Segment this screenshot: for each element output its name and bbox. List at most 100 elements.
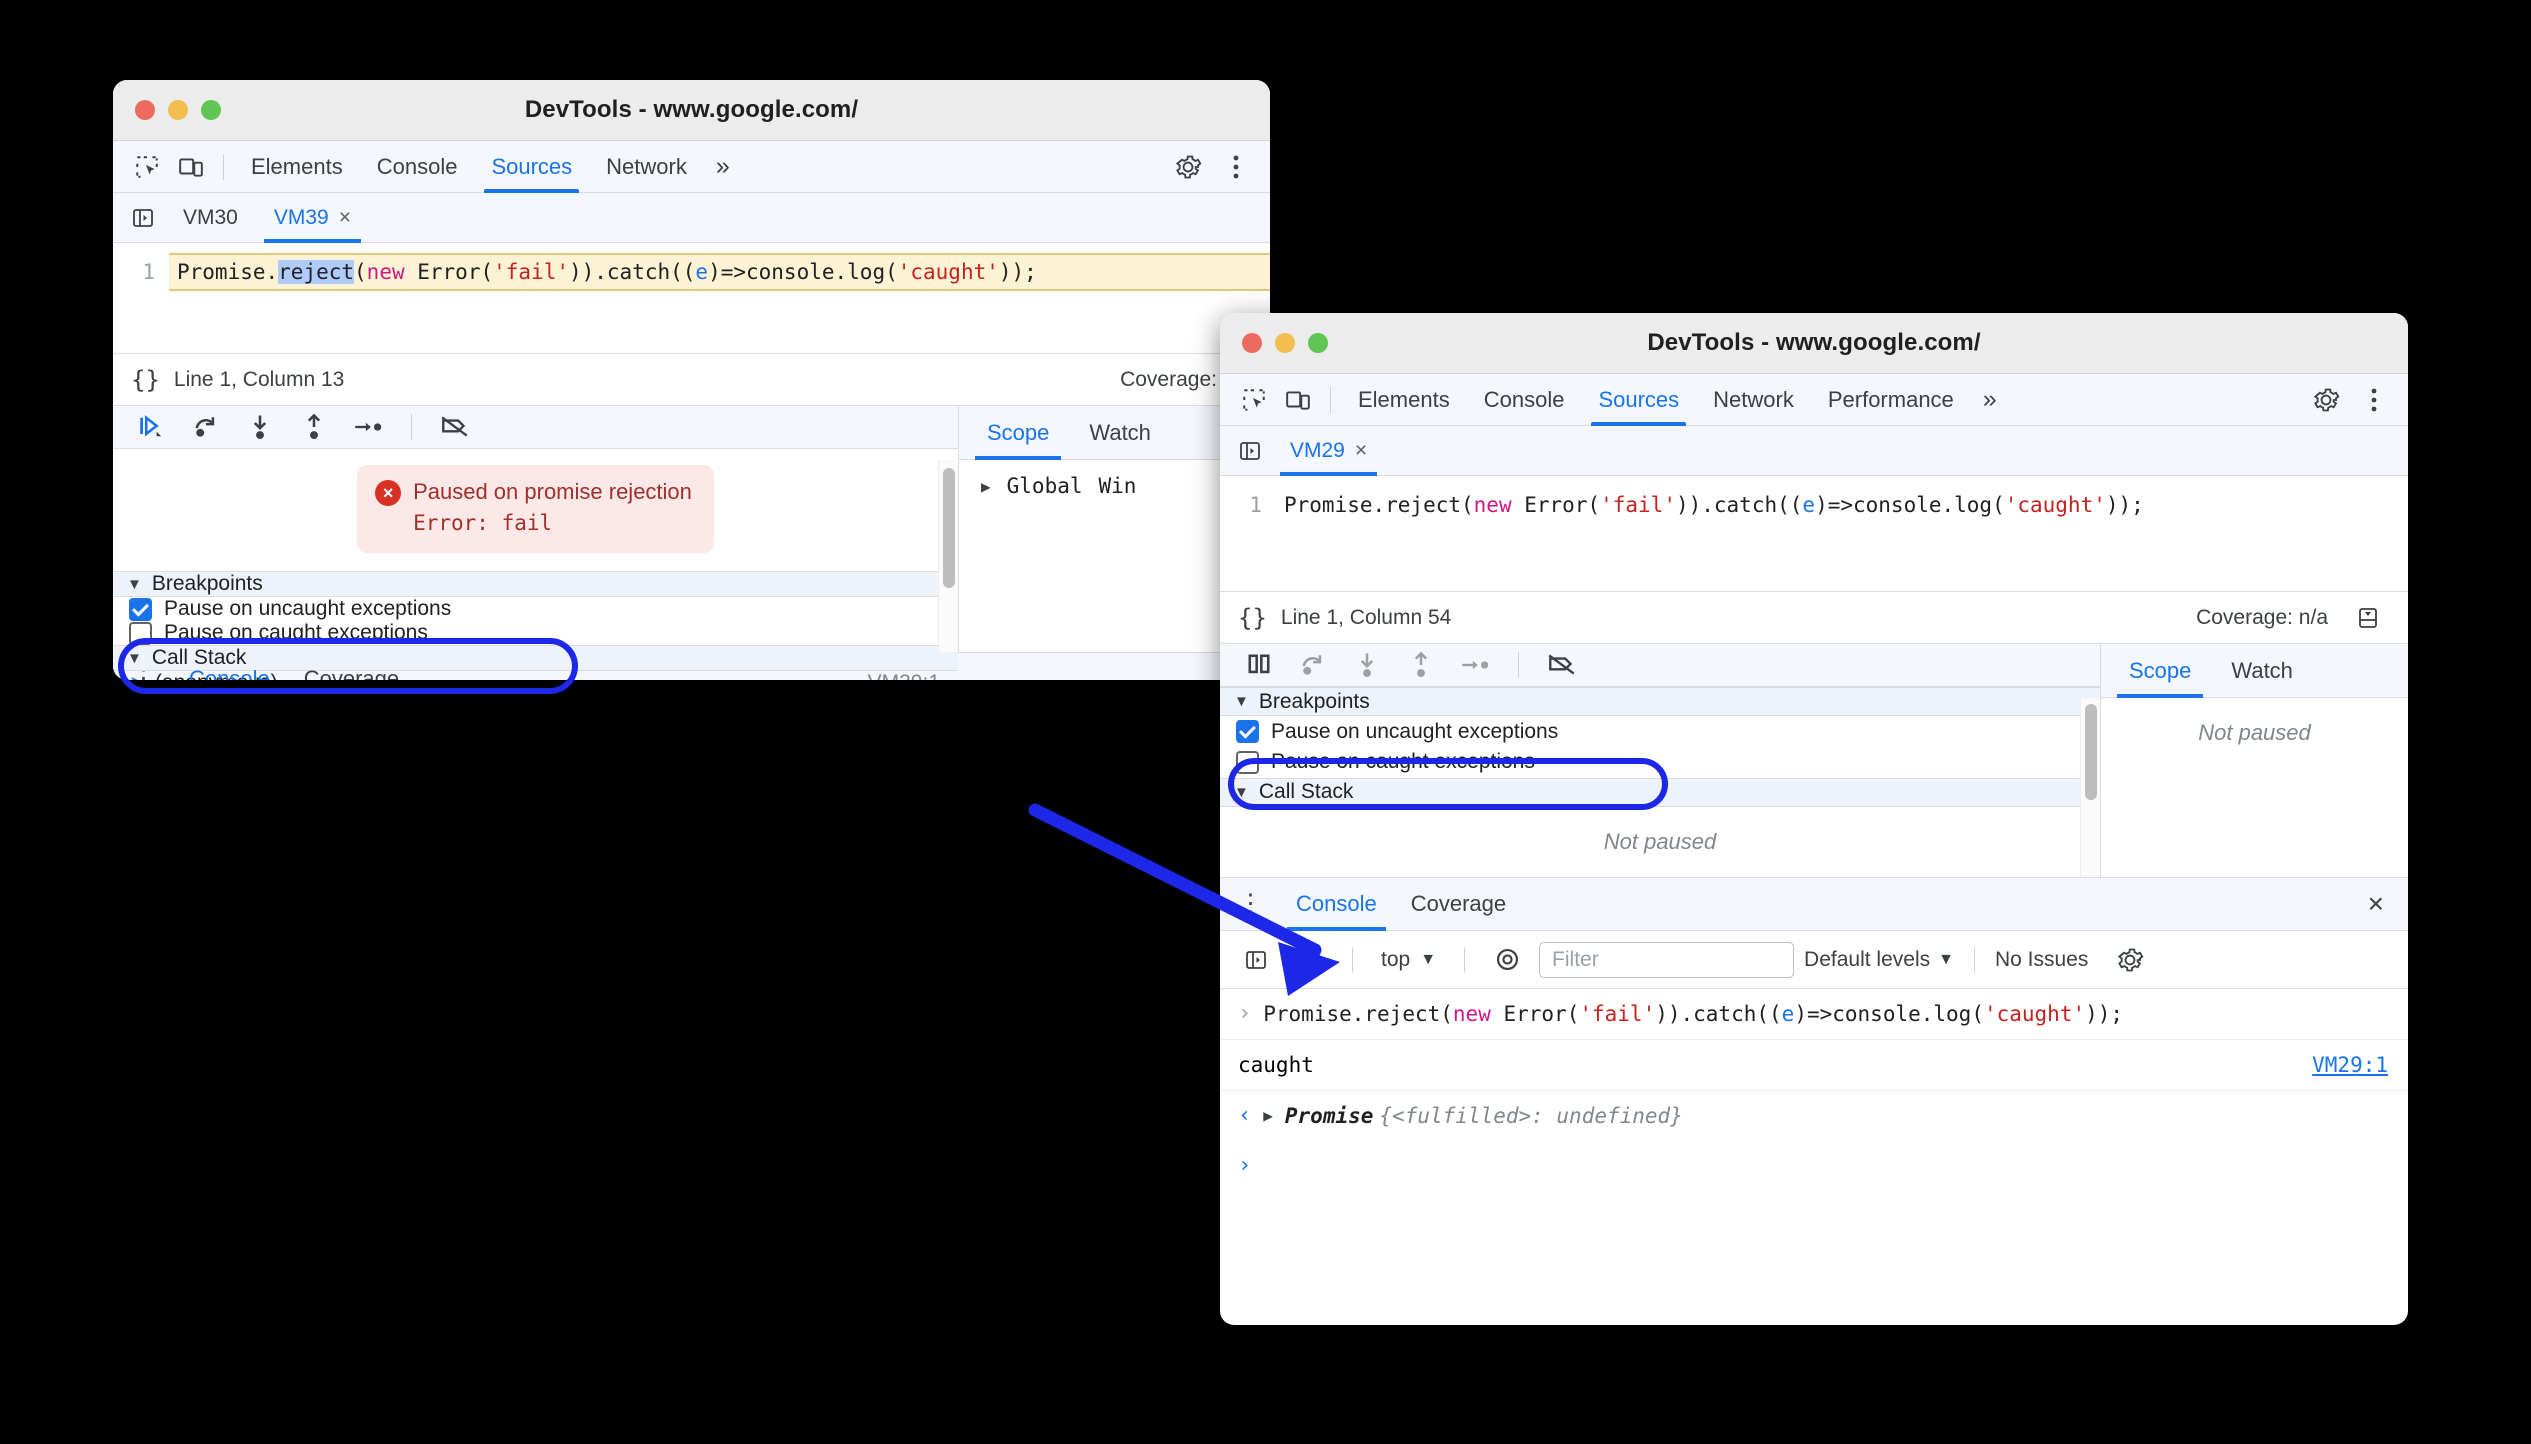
more-tabs-icon[interactable]: »: [1971, 385, 2009, 414]
console-log-row[interactable]: caught VM29:1: [1220, 1040, 2408, 1091]
drawer-tab-coverage[interactable]: Coverage: [1394, 877, 1523, 931]
pretty-print-icon[interactable]: {}: [131, 366, 160, 394]
debugger-scrollbar[interactable]: [2080, 698, 2100, 877]
window-1-titlebar[interactable]: DevTools - www.google.com/: [113, 80, 1270, 141]
drawer-tab-coverage[interactable]: Coverage: [287, 652, 416, 680]
console-settings-gear-icon[interactable]: [2108, 940, 2152, 980]
file-tab-vm39[interactable]: VM39 ×: [256, 193, 369, 243]
tab-console[interactable]: Console: [360, 141, 475, 193]
window-2-devtools-tabbar[interactable]: Elements Console Sources Network Perform…: [1220, 374, 2408, 426]
window-1-toolbar-right[interactable]: [1166, 147, 1258, 187]
pause-caught-checkbox[interactable]: [1236, 750, 1259, 774]
debugger-scrollbar[interactable]: [938, 460, 958, 652]
window-1-editor-statusbar[interactable]: {} Line 1, Column 13 Coverage: n/a: [113, 353, 1270, 406]
code-content[interactable]: Promise.reject(new Error('fail')).catch(…: [1276, 488, 2408, 522]
chevron-down-icon[interactable]: ▼: [1420, 951, 1436, 969]
tab-elements[interactable]: Elements: [234, 141, 360, 193]
minimize-window-button[interactable]: [168, 100, 188, 120]
file-tab-vm29[interactable]: VM29 ×: [1272, 426, 1385, 476]
console-context-selector[interactable]: top ▼: [1373, 948, 1444, 972]
console-input-row[interactable]: › Promise.reject(new Error('fail')).catc…: [1220, 989, 2408, 1040]
window-1-file-tabbar[interactable]: VM30 VM39 ×: [113, 193, 1270, 243]
window-2-code-editor[interactable]: 1 Promise.reject(new Error('fail')).catc…: [1220, 476, 2408, 591]
collapse-caret-icon[interactable]: ▼: [1234, 784, 1249, 801]
window-2-console-toolbar[interactable]: top ▼ Filter Default levels ▼ No Issues: [1220, 931, 2408, 989]
settings-gear-icon[interactable]: [2304, 380, 2348, 420]
deactivate-breakpoints-icon[interactable]: [1541, 644, 1583, 686]
step-into-icon[interactable]: [1346, 644, 1388, 686]
breakpoint-pause-caught[interactable]: Pause on caught exceptions: [1220, 747, 2100, 778]
navigator-panel-toggle-icon[interactable]: [121, 198, 165, 238]
close-drawer-icon[interactable]: ×: [2368, 888, 2408, 920]
devtools-window-2[interactable]: DevTools - www.google.com/ Elements Cons…: [1220, 313, 2408, 1325]
collapse-caret-icon[interactable]: ▼: [127, 650, 142, 667]
tab-watch[interactable]: Watch: [2211, 644, 2313, 698]
breakpoint-pause-uncaught[interactable]: Pause on uncaught exceptions: [1220, 716, 2100, 747]
console-sidebar-toggle-icon[interactable]: [1234, 940, 1278, 980]
breakpoint-pause-uncaught[interactable]: Pause on uncaught exceptions: [113, 597, 958, 621]
settings-gear-icon[interactable]: [1166, 147, 1210, 187]
code-line-1[interactable]: 1 Promise.reject(new Error('fail')).catc…: [113, 243, 1270, 291]
tab-console[interactable]: Console: [1467, 374, 1582, 426]
main-menu-kebab-icon[interactable]: [2352, 380, 2396, 420]
tab-scope[interactable]: Scope: [2109, 644, 2211, 698]
window-1-code-editor[interactable]: 1 Promise.reject(new Error('fail')).catc…: [113, 243, 1270, 353]
pause-uncaught-checkbox[interactable]: [129, 597, 152, 621]
step-icon[interactable]: [1454, 644, 1496, 686]
window-2-editor-statusbar[interactable]: {} Line 1, Column 54 Coverage: n/a: [1220, 591, 2408, 644]
chevron-down-icon[interactable]: ▼: [1938, 951, 1954, 969]
step-icon[interactable]: [347, 406, 389, 448]
step-out-icon[interactable]: [1400, 644, 1442, 686]
expand-triangle-icon[interactable]: ▶: [981, 477, 991, 496]
window-2-console-output[interactable]: › Promise.reject(new Error('fail')).catc…: [1220, 989, 2408, 1199]
main-menu-kebab-icon[interactable]: [1214, 147, 1258, 187]
maximize-window-button[interactable]: [201, 100, 221, 120]
close-file-tab-icon[interactable]: ×: [1355, 439, 1367, 463]
code-content[interactable]: Promise.reject(new Error('fail')).catch(…: [169, 253, 1270, 291]
step-over-icon[interactable]: [185, 406, 227, 448]
pause-script-icon[interactable]: [1238, 644, 1280, 686]
tab-scope[interactable]: Scope: [967, 406, 1069, 460]
window-2-debugger-toolbar[interactable]: [1220, 644, 2100, 687]
breakpoints-section-header[interactable]: ▼ Breakpoints: [1220, 687, 2100, 717]
step-over-icon[interactable]: [1292, 644, 1334, 686]
breakpoints-section-header[interactable]: ▼ Breakpoints: [113, 571, 958, 597]
drawer-tab-console[interactable]: Console: [1279, 877, 1394, 931]
collapse-caret-icon[interactable]: ▼: [1234, 693, 1249, 710]
maximize-window-button[interactable]: [1308, 333, 1328, 353]
tab-elements[interactable]: Elements: [1341, 374, 1467, 426]
scrollbar-thumb[interactable]: [943, 468, 955, 588]
inspect-element-icon[interactable]: [125, 147, 169, 187]
drawer-menu-kebab-icon[interactable]: ⋮: [1234, 891, 1279, 915]
traffic-lights[interactable]: [1242, 333, 1328, 353]
console-filter-input[interactable]: Filter: [1539, 941, 1795, 978]
device-toolbar-icon[interactable]: [1276, 380, 1320, 420]
tab-watch[interactable]: Watch: [1069, 406, 1171, 460]
close-window-button[interactable]: [1242, 333, 1262, 353]
drawer-tab-console[interactable]: Console: [172, 652, 287, 680]
collapse-caret-icon[interactable]: ▼: [127, 576, 142, 593]
window-1-devtools-tabbar[interactable]: Elements Console Sources Network »: [113, 141, 1270, 193]
step-out-icon[interactable]: [293, 406, 335, 448]
pretty-print-icon[interactable]: {}: [1238, 604, 1267, 632]
resume-script-icon[interactable]: [131, 406, 173, 448]
file-tab-vm30[interactable]: VM30: [165, 193, 256, 243]
devtools-window-1[interactable]: DevTools - www.google.com/ Elements Cons…: [113, 80, 1270, 680]
clear-console-icon[interactable]: [1288, 940, 1332, 980]
tab-network[interactable]: Network: [589, 141, 704, 193]
pause-uncaught-checkbox[interactable]: [1236, 720, 1259, 744]
minimize-window-button[interactable]: [1275, 333, 1295, 353]
deactivate-breakpoints-icon[interactable]: [434, 406, 476, 448]
scrollbar-thumb[interactable]: [2085, 704, 2097, 800]
console-source-link[interactable]: VM29:1: [2312, 1050, 2388, 1080]
window-2-scope-watch-tabbar[interactable]: Scope Watch: [2101, 644, 2408, 698]
device-toolbar-icon[interactable]: [169, 147, 213, 187]
console-prompt-row[interactable]: ›: [1220, 1141, 2408, 1191]
tab-sources[interactable]: Sources: [1581, 374, 1696, 426]
pause-caught-checkbox[interactable]: [129, 621, 152, 645]
step-into-icon[interactable]: [239, 406, 281, 448]
close-window-button[interactable]: [135, 100, 155, 120]
inspect-element-icon[interactable]: [1232, 380, 1276, 420]
expand-triangle-icon[interactable]: ▶: [1263, 1101, 1273, 1131]
navigator-panel-toggle-icon[interactable]: [1228, 431, 1272, 471]
